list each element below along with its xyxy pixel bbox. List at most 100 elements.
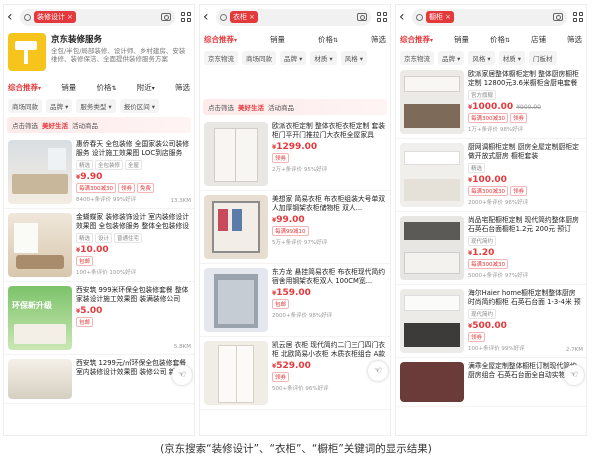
product-title: 惠侨春天 全包装修 全国家装公司装修服务 设计施工效果图 LOC到店服务 送回自… [76,140,190,158]
tab-sales[interactable]: 销量 [454,34,469,45]
list-item[interactable]: 海尔Haier home橱柜定制整体厨房时尚简约橱柜 石英石台面 1-3-4米 … [396,285,586,358]
tab-filter[interactable]: 筛选 [175,82,190,93]
filter-chip[interactable]: 风格 ▾ [468,50,495,65]
tag: 精选 [468,163,486,173]
product-image [8,213,72,277]
product-title: 尚品宅配橱柜定制 现代简约整体厨房 石英石台面橱柜1.2元 200元 预订金..… [468,216,579,234]
sort-bar: 综合推荐▾ 销量 价格⇅ 附近▾ 筛选 [4,77,194,97]
promo-tag: 每满300减30 [468,186,508,196]
list-item[interactable]: 惠侨春天 全包装修 全国家装公司装修服务 设计施工效果图 LOC到店服务 送回自… [4,136,194,209]
promo-tag: 每满300减30 [468,113,508,123]
figure-caption: (京东搜索“装修设计”、“衣柜”、“橱柜”关键词的显示结果) [160,443,432,455]
list-item[interactable]: 欧派家居整体橱柜定制 整体厨房橱柜定制 12800元3.6米橱柜含厨电套餐套餐.… [396,66,586,139]
search-box[interactable]: 衣柜 × [216,8,371,26]
filter-chip[interactable]: 商场同款 [242,50,276,65]
tab-recommended[interactable]: 综合推荐▾ [8,82,41,93]
distance: 5.8KM [173,344,191,350]
tab-recommended[interactable]: 综合推荐▾ [400,34,433,45]
list-item[interactable]: 尚品宅配橱柜定制 现代简约整体厨房 石英石台面橱柜1.2元 200元 预订金..… [396,212,586,285]
top-bar: ‹ 橱柜 × [396,5,586,29]
list-item[interactable]: 西安筑 1299元/㎡环保全包装修套餐 室内装修设计效果图 装修公司 新... [4,355,194,404]
tab-price[interactable]: 价格⇅ [490,34,510,45]
list-item[interactable]: 凯云居 衣柜 现代简约二门三门四门衣柜 北欧简易小衣柜 木质衣柜组合 A款 ¥5… [200,337,390,410]
close-icon[interactable]: × [67,13,73,21]
grid-view-icon[interactable] [181,12,191,22]
filter-chip[interactable]: 门板材 [529,50,557,65]
tab-filter[interactable]: 筛选 [371,34,386,45]
filter-chip[interactable]: 京东物流 [204,50,238,65]
keyword-text: 装修设计 [37,13,65,21]
price: ¥1.20 [468,248,495,258]
tab-nearby[interactable]: 附近▾ [137,82,155,93]
review-meta: 1万+条评价 98%好评 [468,127,524,133]
camera-icon[interactable] [357,13,367,21]
screen-decoration-design: ‹ 装修设计 × 京东装修服务 全包/半包/局部装修、设计师、乡村建房、安装维修、… [3,4,195,436]
filter-chip[interactable]: 商场同款 [8,98,42,113]
back-icon[interactable]: ‹ [399,10,409,24]
shop-card[interactable]: 京东装修服务 全包/半包/局部装修、设计师、乡村建房、安装维修、装修保洁、全面提… [4,29,194,77]
list-item[interactable]: 东方龙 悬挂简易衣柜 布衣柜现代简约 宿舍用钢架衣柜双人 100CM宽... ¥… [200,264,390,337]
search-icon [24,13,31,21]
distance: 13.3KM [170,198,191,204]
list-item[interactable]: 满乖全屋定制整体橱柜订制现代简约厨房组合 石英石台面全自动实物橱柜北欧... [396,358,586,407]
list-item[interactable]: 欧派衣柜定制 整体衣柜衣柜定制 套装柜门平开门推拉门大衣柜全屋家具定... ¥1… [200,118,390,191]
promo-tag: 领券 [118,183,136,193]
product-title: 海尔Haier home橱柜定制整体厨房时尚简约橱柜 石英石台面 1-3-4米 … [468,289,581,307]
review-meta: 100+条评价 99%好评 [468,346,525,352]
tab-price[interactable]: 价格⇅ [96,82,116,93]
grid-view-icon[interactable] [573,12,583,22]
keyword-chip[interactable]: 橱柜 × [426,11,454,23]
product-title: 美想家 简易衣柜 布衣柜组装大号单双人加厚钢架衣柜储物柜 双人... [272,195,386,213]
close-icon[interactable]: × [445,13,451,21]
tag: 精选 [76,160,94,170]
camera-icon[interactable] [553,13,563,21]
list-item[interactable]: 环保新升级 西安筑 999米环保全包装修套餐 整体家装设计施工效果图 装满装修公… [4,282,194,355]
search-box[interactable]: 装修设计 × [20,8,175,26]
price: ¥10.00 [76,245,109,255]
search-box[interactable]: 橱柜 × [412,8,567,26]
feedback-hand-icon[interactable]: ☜ [564,365,584,385]
feedback-hand-icon[interactable]: ☜ [172,365,192,385]
filter-chip[interactable]: 风格 ▾ [340,50,368,65]
tab-recommended[interactable]: 综合推荐▾ [204,34,237,45]
filter-chip[interactable]: 材质 ▾ [310,50,337,65]
tab-price[interactable]: 价格⇅ [318,34,338,45]
sort-bar: 综合推荐▾ 销量 价格⇅ 筛选 [200,29,390,49]
list-item[interactable]: 厨网调橱柜定制 厨房全屋定制厨柜定做开放式厨房 橱柜套装 精选 ¥100.00 … [396,139,586,212]
back-icon[interactable]: ‹ [7,10,17,24]
camera-icon[interactable] [161,13,171,21]
banner-text: 环保新升级 [12,301,52,310]
tab-sales[interactable]: 销量 [61,82,76,93]
keyword-chip[interactable]: 衣柜 × [230,11,258,23]
product-image [204,195,268,259]
filter-chip[interactable]: 品牌 ▾ [46,98,73,113]
tag: 普通住宅 [114,233,143,243]
list-item[interactable]: 美想家 简易衣柜 布衣柜组装大号单双人加厚钢架衣柜储物柜 双人... ¥99.0… [200,191,390,264]
list-item[interactable]: 金蝴蝶家 装修装饰设计 室内装修设计效果图 全包装修服务 整体全包装修设计 精选… [4,209,194,282]
product-image [400,70,464,134]
product-image [400,289,464,353]
tab-store[interactable]: 店铺 [531,34,546,45]
filter-chip[interactable]: 材质 ▾ [498,50,526,65]
price: ¥5.00 [76,306,103,316]
tab-sales[interactable]: 销量 [270,34,285,45]
product-title: 厨网调橱柜定制 厨房全屋定制厨柜定做开放式厨房 橱柜套装 [468,143,579,161]
keyword-chip[interactable]: 装修设计 × [34,11,76,23]
filter-chip[interactable]: 品牌 ▾ [280,50,307,65]
grid-view-icon[interactable] [377,12,387,22]
promo-banner[interactable]: 点击筛选 美好生活 活动商品 [203,99,387,115]
filter-chip[interactable]: 京东物流 [400,50,434,65]
filter-bar: 京东物流 品牌 ▾ 风格 ▾ 材质 ▾ 门板材 [396,49,586,66]
review-meta: 5万+条评价 97%好评 [272,240,328,246]
close-icon[interactable]: × [249,13,255,21]
tag: 全包装修 [95,160,124,170]
filter-chip[interactable]: 品牌 ▾ [438,50,465,65]
filter-chip[interactable]: 服务类型 ▾ [76,98,116,113]
filter-chip[interactable]: 报价区间 ▾ [119,98,160,113]
promo-banner[interactable]: 点击筛选 美好生活 活动商品 [7,117,191,133]
back-icon[interactable]: ‹ [203,10,213,24]
product-image [8,140,72,204]
feedback-hand-icon[interactable]: ☜ [368,361,388,381]
product-image [8,359,72,399]
tab-filter[interactable]: 筛选 [567,34,582,45]
